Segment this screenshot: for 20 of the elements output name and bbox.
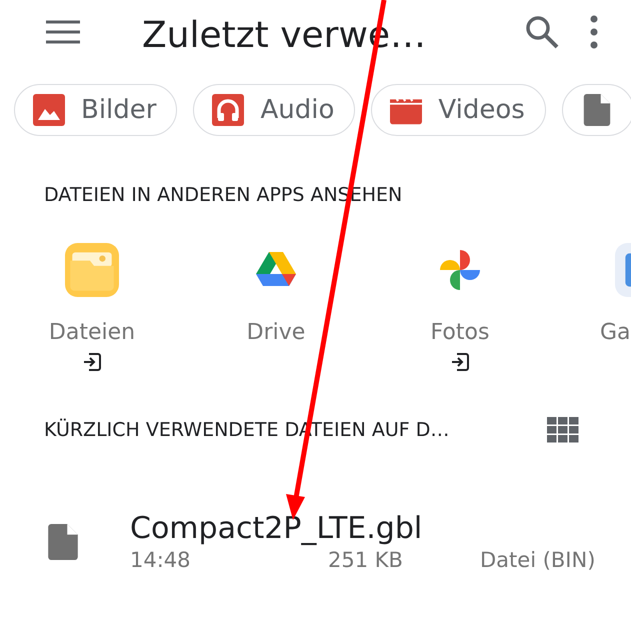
- category-chip[interactable]: Videos: [371, 84, 546, 136]
- app-label[interactable]: Drive: [246, 320, 306, 345]
- app-label[interactable]: Fotos: [430, 320, 490, 345]
- file-time: 14:48: [130, 548, 192, 572]
- headphones-icon: [212, 94, 244, 126]
- category-chip[interactable]: Audio: [193, 84, 356, 136]
- app-label[interactable]: Ga: [600, 320, 631, 345]
- category-chip[interactable]: [562, 84, 631, 136]
- image-icon: [33, 94, 65, 126]
- file-icon: [48, 524, 78, 560]
- category-chip[interactable]: Bilder: [14, 84, 178, 136]
- file-size: 251 KB: [328, 548, 404, 572]
- file-name[interactable]: Compact2P_LTE.gbl: [130, 511, 596, 546]
- grid-view-icon[interactable]: [547, 417, 579, 443]
- app-label[interactable]: Dateien: [48, 320, 136, 345]
- menu-icon[interactable]: [46, 20, 80, 44]
- folder-icon: [65, 243, 119, 297]
- file-type: Datei (BIN): [480, 548, 596, 572]
- search-icon[interactable]: [525, 15, 559, 49]
- pinwheel-icon: [440, 250, 480, 290]
